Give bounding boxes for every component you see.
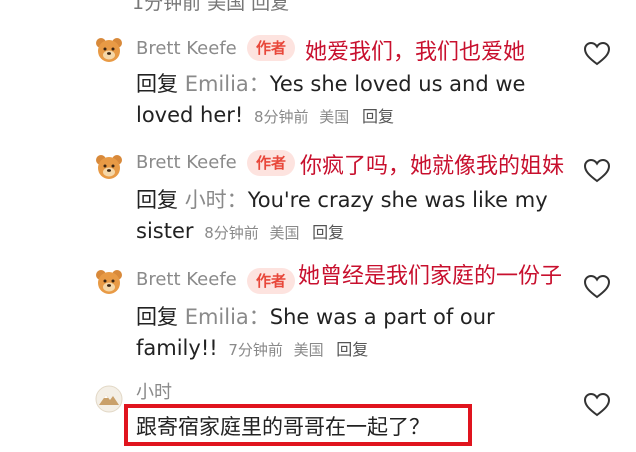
- author-badge: 作者: [247, 268, 295, 294]
- bear-avatar-icon[interactable]: [95, 36, 123, 64]
- comment-time: 7分钟前: [228, 341, 283, 359]
- comment-location: 美国: [293, 341, 324, 359]
- translation-annotation: 她曾经是我们家庭的一份子: [298, 264, 563, 289]
- comment-author[interactable]: 小时: [136, 378, 172, 404]
- comment-time: 8分钟前: [254, 108, 309, 126]
- author-badge: 作者: [247, 35, 295, 61]
- reply-label: 回复: [136, 305, 178, 329]
- comment-body: 回复 Emilia：She was a part of our family!!…: [136, 302, 554, 366]
- comment-location: 美国: [269, 224, 300, 242]
- reply-label: 回复: [136, 72, 178, 96]
- comment-body: 回复 Emilia：Yes she loved us and we loved …: [136, 69, 554, 133]
- comment-item: Brett Keefe 作者 她曾经是我们家庭的一份子 回复 Emilia：Sh…: [0, 264, 636, 374]
- highlight-box: [124, 404, 472, 446]
- comment-author[interactable]: Brett Keefe: [136, 152, 237, 173]
- comment-body: 回复 小时：You're crazy she was like my siste…: [136, 185, 554, 249]
- reply-button[interactable]: 回复: [312, 223, 344, 242]
- reply-label: 回复: [136, 188, 178, 212]
- mountain-avatar-icon[interactable]: [95, 385, 123, 413]
- translation-annotation: 你疯了吗，她就像我的姐妹: [300, 154, 565, 179]
- reply-target[interactable]: Emilia：: [185, 305, 270, 329]
- reply-button[interactable]: 回复: [336, 340, 368, 359]
- author-badge: 作者: [247, 150, 295, 176]
- bear-avatar-icon[interactable]: [95, 268, 123, 296]
- comment-author[interactable]: Brett Keefe: [136, 38, 237, 59]
- reply-target[interactable]: Emilia：: [185, 72, 270, 96]
- comment-item: Brett Keefe 作者 她爱我们，我们也爱她 回复 Emilia：Yes …: [0, 30, 636, 140]
- comment-location: 美国: [319, 108, 350, 126]
- comment-thread: 1分钟前 美国 回复 Brett Keefe 作者 她爱我们，我们也爱她 回复 …: [0, 0, 636, 452]
- heart-outline-icon[interactable]: [583, 274, 611, 300]
- heart-outline-icon[interactable]: [583, 41, 611, 67]
- bear-avatar-icon[interactable]: [95, 153, 123, 181]
- reply-target[interactable]: 小时：: [185, 188, 248, 212]
- comment-item: Brett Keefe 作者 你疯了吗，她就像我的姐妹 回复 小时：You're…: [0, 148, 636, 258]
- reply-button[interactable]: 回复: [362, 107, 394, 126]
- heart-outline-icon[interactable]: [583, 158, 611, 184]
- heart-outline-icon[interactable]: [583, 392, 611, 418]
- comment-author[interactable]: Brett Keefe: [136, 269, 237, 290]
- comment-time: 8分钟前: [204, 224, 259, 242]
- partial-comment-meta: 1分钟前 美国 回复: [132, 0, 290, 14]
- translation-annotation: 她爱我们，我们也爱她: [305, 40, 526, 65]
